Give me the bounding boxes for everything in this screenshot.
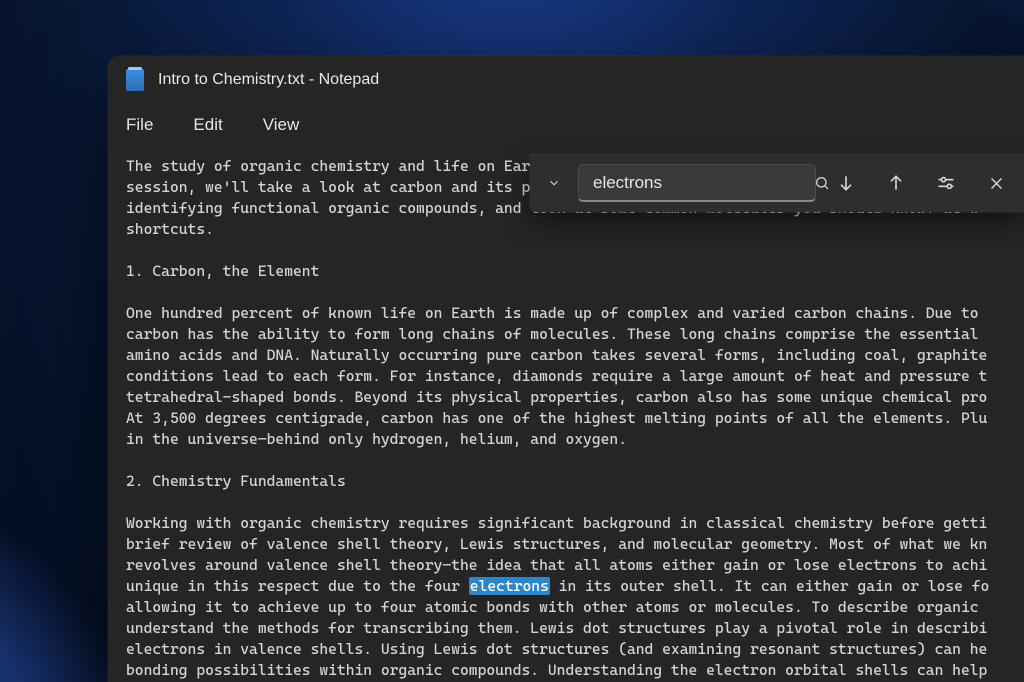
menu-view[interactable]: View	[263, 115, 300, 135]
arrow-up-icon	[886, 173, 906, 193]
text-line[interactable]	[126, 450, 1024, 471]
menu-file[interactable]: File	[126, 115, 153, 135]
text-line[interactable]: amino acids and DNA. Naturally occurring…	[126, 345, 1024, 366]
text-line[interactable]: brief review of valence shell theory, Le…	[126, 534, 1024, 555]
find-options-button[interactable]	[926, 163, 966, 203]
text-line[interactable]: in the universe—behind only hydrogen, he…	[126, 429, 1024, 450]
text-line[interactable]: unique in this respect due to the four e…	[126, 576, 1024, 597]
editor-viewport[interactable]: The study of organic chemistry and life …	[126, 156, 1024, 682]
titlebar[interactable]: Intro to Chemistry.txt - Notepad	[108, 56, 1024, 104]
text-line[interactable]: electrons in valence shells. Using Lewis…	[126, 639, 1024, 660]
close-find-button[interactable]	[976, 163, 1016, 203]
text-line[interactable]: 1. Carbon, the Element	[126, 261, 1024, 282]
settings-sliders-icon	[936, 173, 956, 193]
text-line[interactable]: 2. Chemistry Fundamentals	[126, 471, 1024, 492]
text-line[interactable]: understand the methods for transcribing …	[126, 618, 1024, 639]
find-bar	[530, 154, 1024, 212]
text-line[interactable]: tetrahedral-shaped bonds. Beyond its phy…	[126, 387, 1024, 408]
text-line[interactable]: One hundred percent of known life on Ear…	[126, 303, 1024, 324]
notepad-window: Intro to Chemistry.txt - Notepad File Ed…	[108, 56, 1024, 682]
text-line[interactable]: bonding possibilities within organic com…	[126, 660, 1024, 681]
menubar: File Edit View	[108, 104, 1024, 146]
notepad-app-icon	[126, 69, 144, 91]
text-line[interactable]: At 3,500 degrees centigrade, carbon has …	[126, 408, 1024, 429]
arrow-down-icon	[836, 173, 856, 193]
search-box[interactable]	[578, 164, 816, 202]
text-line[interactable]: shortcuts.	[126, 219, 1024, 240]
text-line[interactable]: conditions lead to each form. For instan…	[126, 366, 1024, 387]
menu-edit[interactable]: Edit	[193, 115, 222, 135]
text-editor[interactable]: The study of organic chemistry and life …	[126, 156, 1024, 682]
search-highlight: electrons	[469, 577, 550, 595]
text-line[interactable]: carbon has the ability to form long chai…	[126, 324, 1024, 345]
text-line[interactable]	[126, 240, 1024, 261]
chevron-down-icon	[547, 176, 561, 190]
text-line[interactable]	[126, 282, 1024, 303]
find-previous-button[interactable]	[876, 163, 916, 203]
text-line[interactable]: allowing it to achieve up to four atomic…	[126, 597, 1024, 618]
text-line[interactable]: Working with organic chemistry requires …	[126, 513, 1024, 534]
close-icon	[988, 175, 1005, 192]
find-next-button[interactable]	[826, 163, 866, 203]
text-line[interactable]: revolves around valence shell theory—the…	[126, 555, 1024, 576]
window-title: Intro to Chemistry.txt - Notepad	[158, 71, 379, 89]
expand-replace-button[interactable]	[540, 163, 568, 203]
search-input[interactable]	[593, 173, 814, 193]
text-line[interactable]	[126, 492, 1024, 513]
